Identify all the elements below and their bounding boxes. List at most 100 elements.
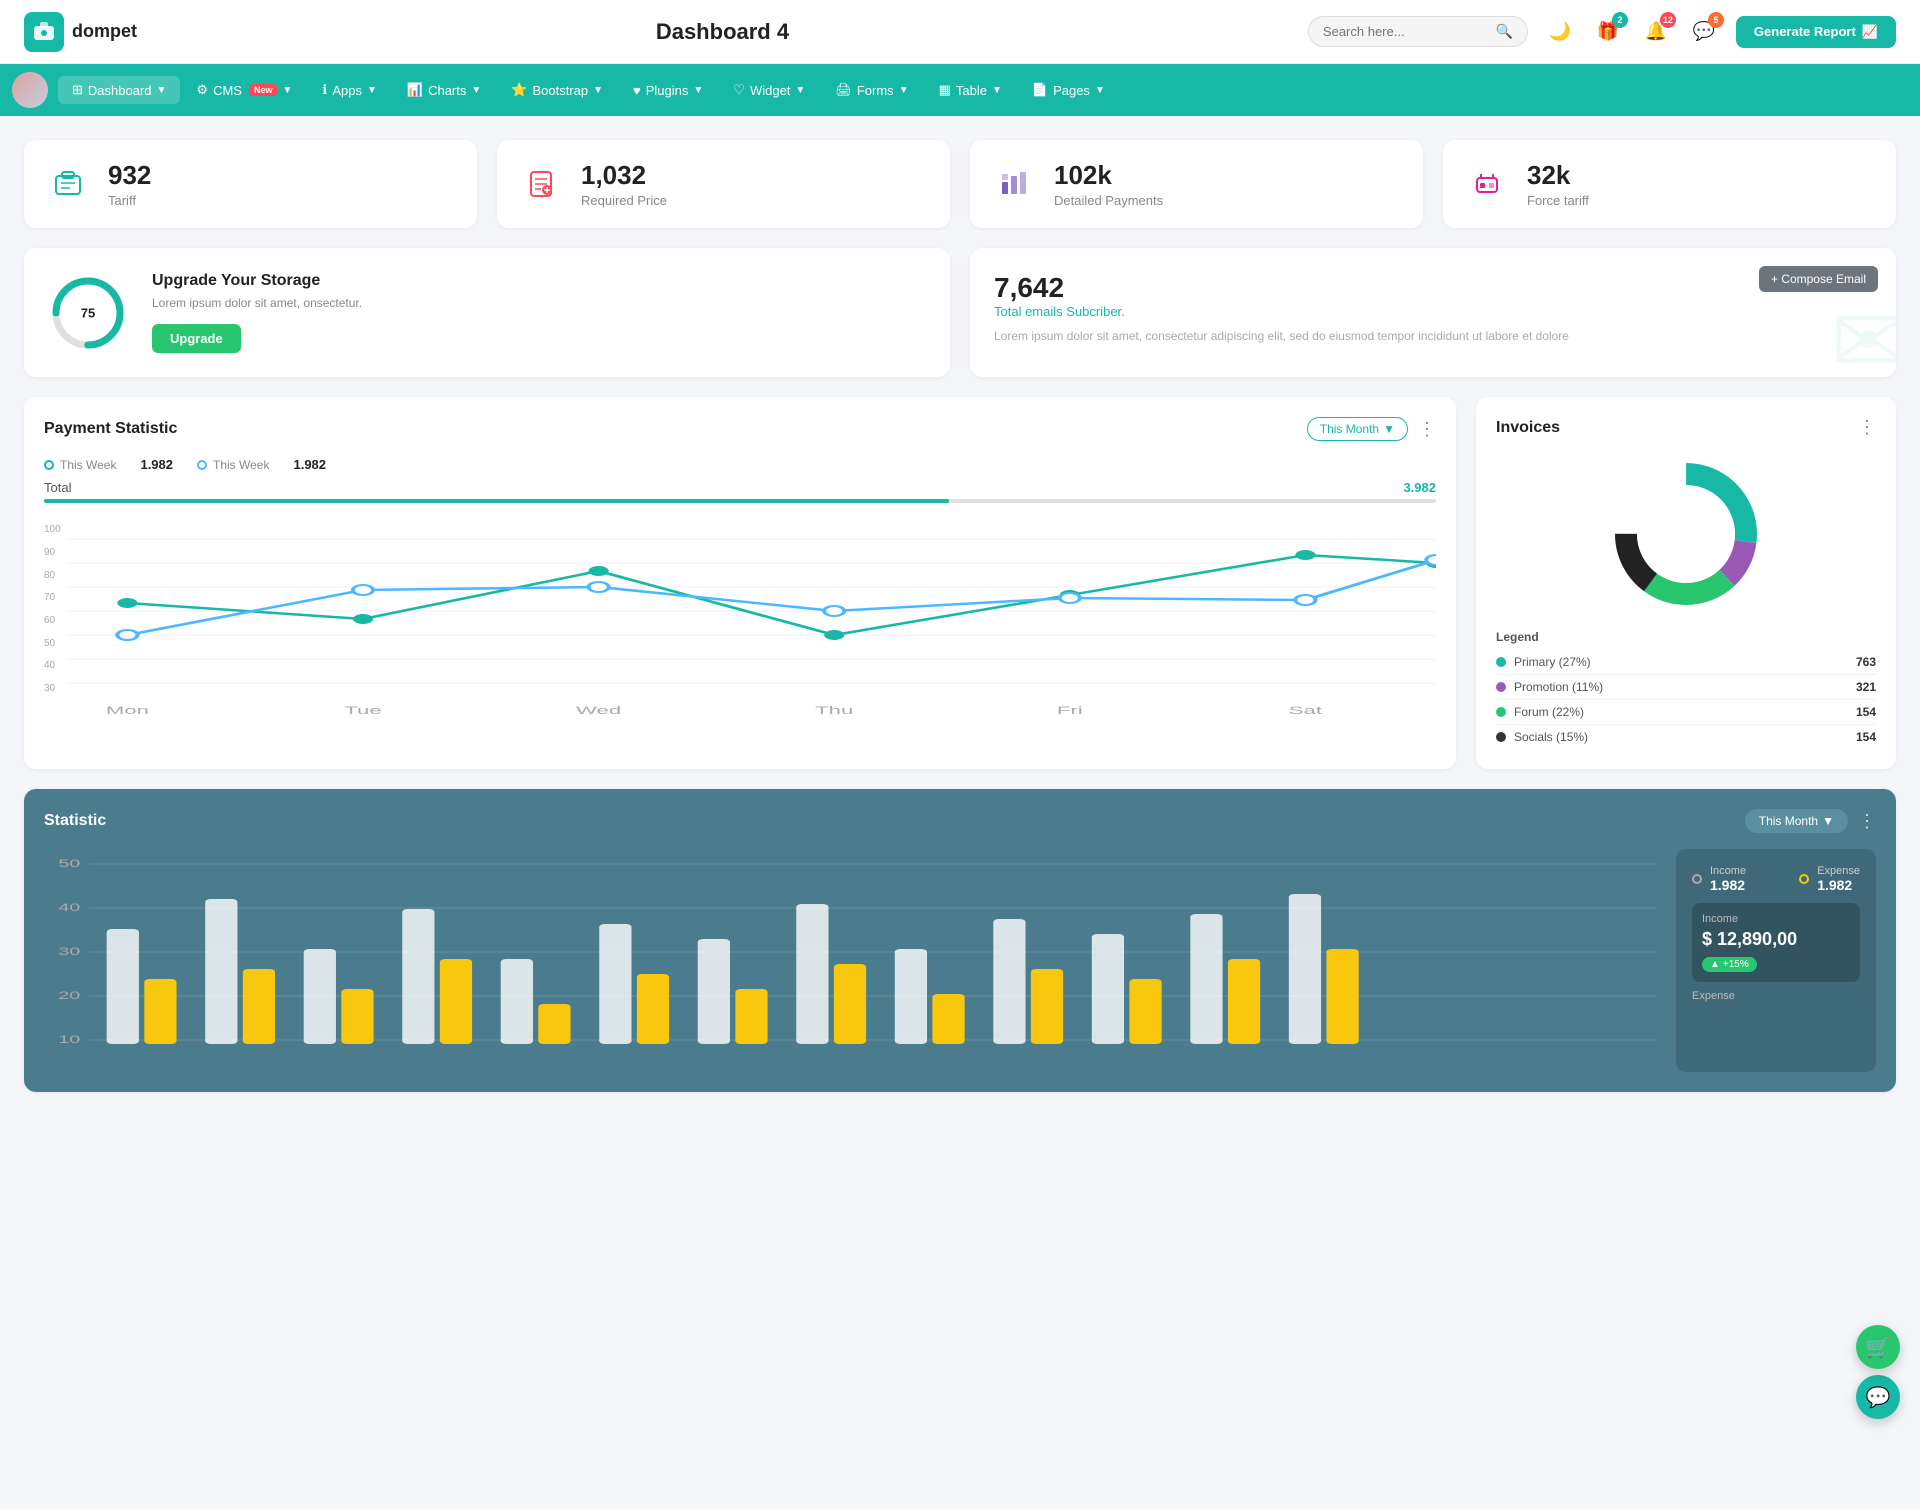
chevron-down-icon-forms: ▼ [899,85,909,96]
total-value: 3.982 [1403,480,1436,495]
nav-item-bootstrap[interactable]: ⭐ Bootstrap ▼ [497,76,617,104]
storage-card: 75 Upgrade Your Storage Lorem ipsum dolo… [24,248,950,377]
line-chart-svg: Mon Tue Wed Thu Fri Sat [67,519,1436,719]
chevron-down-icon-plugins: ▼ [693,85,703,96]
nav-item-charts[interactable]: 📊 Charts ▼ [393,76,495,104]
email-subtitle: Total emails Subcriber. [994,304,1872,319]
forms-icon: 🖨 [835,82,852,98]
gift-icon[interactable]: 🎁 2 [1592,16,1624,48]
storage-percent: 75 [81,305,95,320]
legend-value-week2: 1.982 [293,457,326,472]
middle-row: 75 Upgrade Your Storage Lorem ipsum dolo… [24,248,1896,377]
charts-icon: 📊 [407,82,423,98]
stat-card-tariff: 932 Tariff [24,140,477,228]
logo-text: dompet [72,21,137,42]
search-box[interactable]: 🔍 [1308,16,1528,47]
bar-chart: 50 40 30 20 10 [44,849,1656,1072]
nav-item-plugins[interactable]: ♥ Plugins ▼ [619,77,717,104]
expense-legend-dot [1799,874,1809,884]
statistic-chart-area: 50 40 30 20 10 [44,849,1876,1072]
chevron-down-icon-bootstrap: ▼ [593,85,603,96]
nav-item-forms[interactable]: 🖨 Forms ▼ [821,76,922,104]
primary-value: 763 [1856,655,1876,669]
income-box: Income $ 12,890,00 ▲ +15% [1692,903,1860,982]
bell-badge: 12 [1660,12,1676,28]
socials-color-dot [1496,732,1506,742]
logo: dompet [24,12,137,52]
theme-toggle[interactable]: 🌙 [1544,16,1576,48]
apps-icon: ℹ [322,82,327,98]
action-float-button[interactable]: 🛒 [1856,1325,1900,1369]
legend-title: Legend [1496,630,1876,644]
invoices-header: Invoices ⋮ [1496,417,1876,438]
chevron-down-icon-cms: ▼ [282,85,292,96]
svg-text:50: 50 [58,858,80,870]
chevron-down-icon-widget: ▼ [795,85,805,96]
legend-item-primary: Primary (27%) 763 [1496,650,1876,675]
progress-fill [44,499,949,503]
support-float-button[interactable]: 💬 [1856,1375,1900,1419]
promotion-value: 321 [1856,680,1876,694]
payment-total-row: Total 3.982 [44,480,1436,495]
stat-card-required-price: 1,032 Required Price [497,140,950,228]
payment-title: Payment Statistic [44,420,177,438]
required-price-info: 1,032 Required Price [581,160,667,208]
promotion-color-dot [1496,682,1506,692]
cms-icon: ⚙ [196,82,208,98]
storage-title: Upgrade Your Storage [152,272,362,290]
email-count: 7,642 [994,272,1872,304]
svg-text:Sat: Sat [1288,704,1321,717]
chat-icon[interactable]: 💬 5 [1688,16,1720,48]
statistic-options-button[interactable]: ⋮ [1858,811,1876,832]
stat-card-force-tariff: 32k Force tariff [1443,140,1896,228]
header-right: 🔍 🌙 🎁 2 🔔 12 💬 5 Generate Report 📈 [1308,16,1896,48]
email-desc: Lorem ipsum dolor sit amet, consectetur … [994,327,1872,345]
payment-progress-bar [44,499,1436,503]
statistic-month-select[interactable]: This Month ▼ [1745,809,1848,833]
compose-email-button[interactable]: + Compose Email [1759,266,1878,292]
search-icon: 🔍 [1495,23,1512,40]
invoices-options-button[interactable]: ⋮ [1858,417,1876,438]
nav-item-table[interactable]: ▦ Table ▼ [925,76,1016,104]
income-legend-value: 1.982 [1710,877,1746,893]
legend-item-promotion: Promotion (11%) 321 [1496,675,1876,700]
nav-item-apps[interactable]: ℹ Apps ▼ [308,76,391,104]
income-legend-label: Income [1710,865,1746,877]
legend-value-week1: 1.982 [140,457,173,472]
nav-item-cms[interactable]: ⚙ CMS New ▼ [182,76,306,104]
storage-progress-circle: 75 [48,273,128,353]
force-tariff-value: 32k [1527,160,1589,191]
payment-options-button[interactable]: ⋮ [1418,419,1436,440]
generate-report-button[interactable]: Generate Report 📈 [1736,16,1896,48]
primary-color-dot [1496,657,1506,667]
forum-value: 154 [1856,705,1876,719]
legend-item-socials: Socials (15%) 154 [1496,725,1876,749]
forum-color-dot [1496,707,1506,717]
legend-list: Primary (27%) 763 Promotion (11%) 321 Fo… [1496,650,1876,749]
svg-text:Mon: Mon [106,704,149,717]
legend-dot-week1 [44,460,54,470]
tariff-icon [44,160,92,208]
chevron-down-icon-pages: ▼ [1095,85,1105,96]
upgrade-button[interactable]: Upgrade [152,324,241,353]
nav-item-pages[interactable]: 📄 Pages ▼ [1018,76,1119,104]
nav-item-widget[interactable]: ♡ Widget ▼ [719,76,819,104]
payment-statistic-card: Payment Statistic This Month ▼ ⋮ This We… [24,397,1456,769]
navbar: ⊞ Dashboard ▼ ⚙ CMS New ▼ ℹ Apps ▼ 📊 Cha… [0,64,1920,116]
detailed-payments-info: 102k Detailed Payments [1054,160,1163,208]
payment-legend: This Week 1.982 This Week 1.982 [44,457,1436,472]
legend-item-forum: Forum (22%) 154 [1496,700,1876,725]
search-input[interactable] [1323,24,1488,39]
total-label: Total [44,480,71,495]
email-watermark-icon: ✉ [1831,297,1896,377]
svg-text:10: 10 [58,1034,80,1046]
bell-icon[interactable]: 🔔 12 [1640,16,1672,48]
chevron-down-icon-charts: ▼ [471,85,481,96]
socials-value: 154 [1856,730,1876,744]
nav-item-dashboard[interactable]: ⊞ Dashboard ▼ [58,76,180,104]
detailed-payments-icon [990,160,1038,208]
nav-avatar [12,72,48,108]
month-select[interactable]: This Month ▼ [1307,417,1408,441]
pages-icon: 📄 [1032,82,1048,98]
logo-icon [24,12,64,52]
